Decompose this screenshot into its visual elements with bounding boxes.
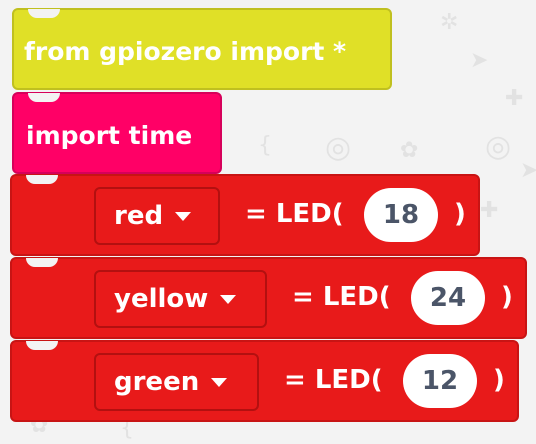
led-constructor-text: = LED( bbox=[284, 365, 383, 395]
close-paren: ) bbox=[501, 282, 513, 312]
variable-dropdown-red[interactable]: red bbox=[94, 187, 220, 245]
pin-number-input[interactable]: 24 bbox=[411, 271, 485, 325]
import-time-block[interactable]: import time bbox=[12, 92, 222, 174]
caret-down-icon bbox=[220, 294, 237, 304]
plus-icon: ✚ bbox=[505, 86, 524, 111]
import-time-label: import time bbox=[26, 121, 193, 150]
block-notch bbox=[28, 9, 60, 18]
import-gpiozero-block[interactable]: from gpiozero import * bbox=[12, 8, 392, 90]
circle-icon: ◎ bbox=[485, 129, 512, 164]
block-notch bbox=[26, 175, 58, 184]
led-assign-block-green[interactable]: green = LED( 12 ) bbox=[10, 340, 519, 422]
gear-icon: ✲ bbox=[440, 10, 459, 35]
led-assign-block-yellow[interactable]: yellow = LED( 24 ) bbox=[10, 257, 527, 339]
led-constructor-text: = LED( bbox=[245, 199, 344, 229]
block-notch bbox=[26, 341, 58, 350]
pin-number-input[interactable]: 18 bbox=[364, 188, 438, 242]
python-icon: ✿ bbox=[400, 138, 419, 163]
caret-down-icon bbox=[211, 377, 228, 387]
caret-down-icon bbox=[175, 211, 192, 221]
circle-icon: ◎ bbox=[325, 130, 352, 165]
cursor-icon: ➤ bbox=[520, 158, 536, 183]
variable-name: yellow bbox=[114, 284, 209, 314]
led-constructor-text: = LED( bbox=[292, 282, 391, 312]
curly-brace-icon: { bbox=[258, 133, 272, 158]
block-notch bbox=[28, 93, 60, 102]
close-paren: ) bbox=[493, 365, 505, 395]
close-paren: ) bbox=[454, 199, 466, 229]
variable-name: red bbox=[114, 201, 164, 231]
variable-dropdown-yellow[interactable]: yellow bbox=[94, 270, 267, 328]
block-notch bbox=[26, 258, 58, 267]
led-assign-block-red[interactable]: red = LED( 18 ) bbox=[10, 174, 480, 256]
pin-number-input[interactable]: 12 bbox=[403, 354, 477, 408]
variable-dropdown-green[interactable]: green bbox=[94, 353, 259, 411]
import-gpiozero-label: from gpiozero import * bbox=[24, 37, 347, 66]
variable-name: green bbox=[114, 367, 200, 397]
plus-icon: ✚ bbox=[480, 198, 499, 223]
cursor-icon: ➤ bbox=[470, 48, 489, 73]
